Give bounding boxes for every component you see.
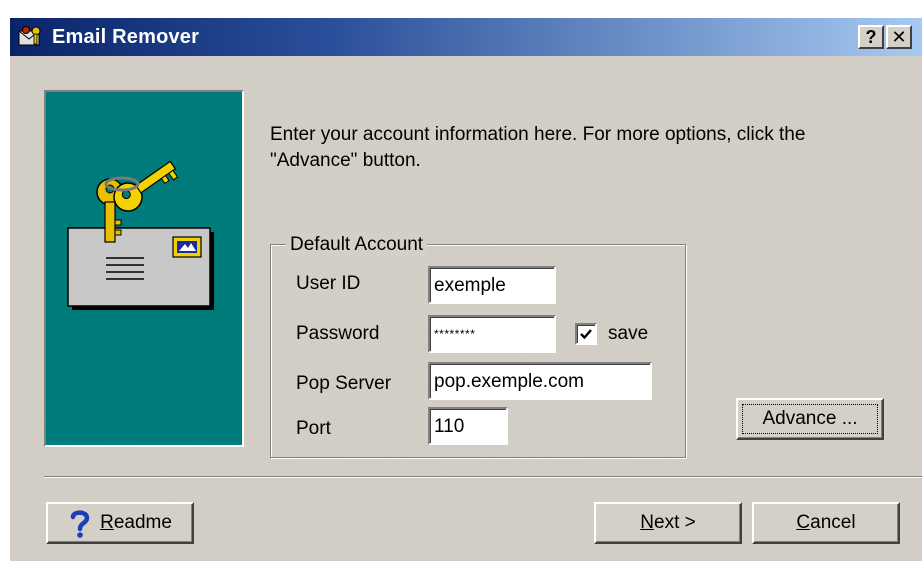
instruction-text: Enter your account information here. For… — [270, 124, 806, 171]
window-title: Email Remover — [52, 26, 200, 48]
next-button-label: Next > — [640, 512, 696, 533]
question-mark-icon — [70, 510, 90, 538]
readme-button-label: Readme — [100, 512, 172, 533]
envelope-with-keys-illustration — [67, 160, 214, 310]
next-button[interactable]: Next > — [594, 502, 742, 544]
pop-server-label: Pop Server — [296, 373, 392, 394]
save-password-checkbox[interactable] — [575, 323, 597, 345]
bottom-separator — [44, 476, 922, 478]
default-account-group-title: Default Account — [286, 234, 428, 256]
email-remover-app-icon — [18, 26, 41, 46]
save-password-label: save — [608, 323, 649, 344]
close-icon: ✕ — [891, 27, 907, 47]
readme-button[interactable]: Readme — [46, 502, 194, 544]
advance-button[interactable]: Advance ... — [736, 398, 884, 440]
help-button[interactable]: ? — [858, 25, 884, 49]
cancel-button[interactable]: Cancel — [752, 502, 900, 544]
user-id-field[interactable]: exemple — [428, 266, 556, 304]
close-button[interactable]: ✕ — [886, 25, 912, 49]
port-field[interactable]: 110 — [428, 407, 508, 445]
user-id-label: User ID — [296, 273, 361, 294]
port-label: Port — [296, 418, 331, 439]
wizard-illustration-panel — [44, 90, 244, 447]
focus-ring — [742, 404, 878, 434]
pop-server-field[interactable]: pop.exemple.com — [428, 362, 652, 400]
password-field[interactable]: ******** — [428, 315, 556, 353]
email-remover-dialog: Email Remover ? ✕ Enter your account inf… — [10, 18, 922, 561]
help-glyph: ? — [865, 27, 877, 47]
checkmark-icon — [580, 329, 592, 340]
title-bar[interactable]: Email Remover ? ✕ — [10, 18, 922, 56]
cancel-button-label: Cancel — [796, 512, 856, 533]
password-label: Password — [296, 323, 380, 344]
